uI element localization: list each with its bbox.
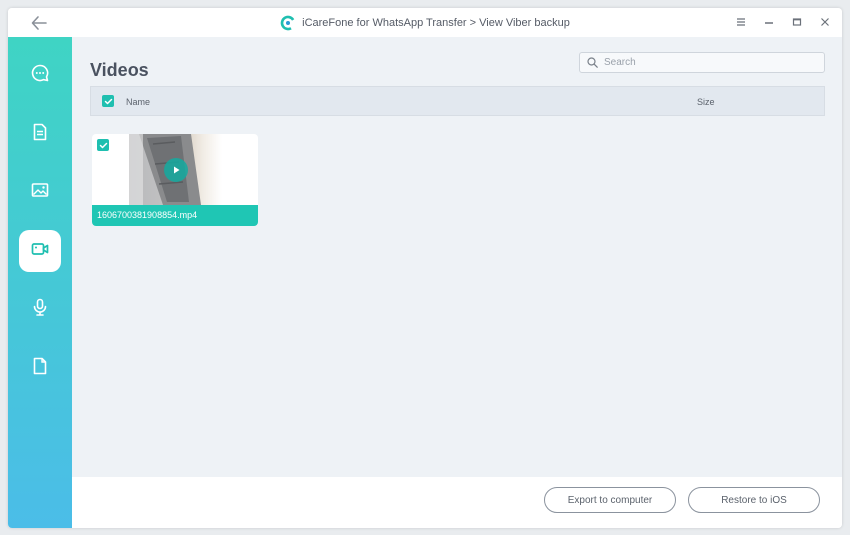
video-camera-icon <box>30 239 50 264</box>
footer-bar: Export to computer Restore to iOS <box>72 477 842 528</box>
export-to-computer-button[interactable]: Export to computer <box>544 487 676 513</box>
sidebar-item-messages[interactable] <box>19 54 61 96</box>
restore-to-ios-button[interactable]: Restore to iOS <box>688 487 820 513</box>
search-box[interactable] <box>579 52 825 73</box>
close-icon[interactable] <box>818 15 832 29</box>
video-filename: 1606700381908854.mp4 <box>92 205 258 226</box>
window-title: iCareFone for WhatsApp Transfer > View V… <box>302 16 570 29</box>
window-title-group: iCareFone for WhatsApp Transfer > View V… <box>8 8 842 37</box>
app-window: iCareFone for WhatsApp Transfer > View V… <box>8 8 842 528</box>
minimize-icon[interactable] <box>762 15 776 29</box>
maximize-icon[interactable] <box>790 15 804 29</box>
sidebar-item-documents[interactable] <box>19 113 61 155</box>
window-controls <box>734 15 832 29</box>
file-icon <box>30 356 50 381</box>
search-icon <box>587 57 598 68</box>
image-icon <box>30 180 50 205</box>
title-bar: iCareFone for WhatsApp Transfer > View V… <box>8 8 842 37</box>
search-input[interactable] <box>602 56 816 69</box>
sidebar <box>8 37 72 528</box>
sidebar-item-photos[interactable] <box>19 171 61 213</box>
column-header-size[interactable]: Size <box>697 97 715 107</box>
column-header-name[interactable]: Name <box>126 97 150 107</box>
video-item[interactable]: 1606700381908854.mp4 <box>92 134 258 226</box>
chat-bubble-icon <box>30 63 50 88</box>
sidebar-item-videos[interactable] <box>19 230 61 272</box>
play-icon[interactable] <box>164 158 188 182</box>
select-all-checkbox[interactable] <box>102 95 114 107</box>
checkmark-icon <box>104 98 112 104</box>
sidebar-item-files[interactable] <box>19 347 61 389</box>
page-title: Videos <box>90 60 149 80</box>
main-content: Videos Name Size <box>72 37 842 477</box>
app-logo-icon <box>280 15 296 31</box>
sidebar-item-audio[interactable] <box>19 288 61 330</box>
video-thumbnail <box>129 134 222 205</box>
document-text-icon <box>30 122 50 147</box>
video-item-checkbox[interactable] <box>97 139 109 151</box>
table-header: Name Size <box>90 86 825 116</box>
checkmark-icon <box>99 142 107 148</box>
menu-icon[interactable] <box>734 15 748 29</box>
microphone-icon <box>30 297 50 322</box>
